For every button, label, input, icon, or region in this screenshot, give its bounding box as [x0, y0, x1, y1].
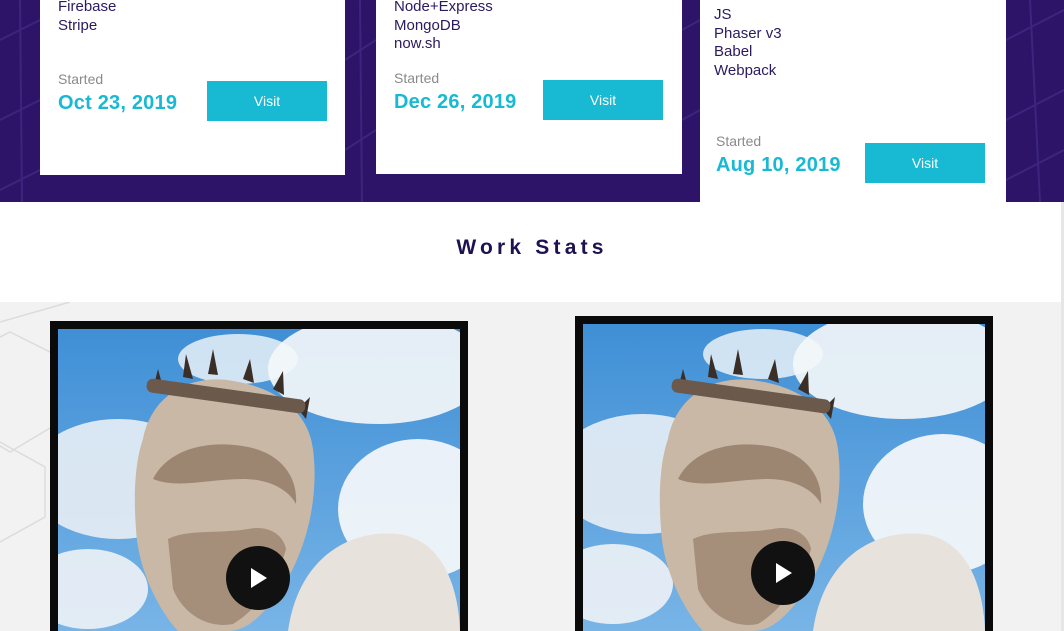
started-label: Started — [716, 133, 762, 149]
tech-item: Firebase — [58, 0, 117, 15]
visit-button[interactable]: Visit — [207, 81, 327, 121]
video-player-2[interactable] — [575, 316, 993, 631]
section-title: Work Stats — [456, 236, 608, 259]
tech-stack-list: Firebase Stripe — [58, 0, 116, 35]
tech-item: JS — [714, 6, 732, 23]
visit-button[interactable]: Visit — [543, 80, 663, 120]
tech-item: Node+Express — [394, 0, 493, 15]
started-date: Aug 10, 2019 — [716, 154, 841, 176]
visit-button[interactable]: Visit — [865, 143, 985, 183]
started-label: Started — [394, 70, 440, 86]
tech-item: Phaser v3 — [714, 24, 782, 42]
tech-item: now.sh — [394, 35, 441, 52]
play-icon — [251, 568, 267, 588]
play-button[interactable] — [226, 546, 290, 610]
tech-item: Babel — [714, 43, 753, 60]
project-card-2: Node+Express MongoDB now.sh Started Dec … — [376, 0, 682, 174]
project-card-1: Firebase Stripe Started Oct 23, 2019 Vis… — [40, 0, 345, 175]
project-card-3: JS Phaser v3 Babel Webpack Started Aug 1… — [700, 0, 1006, 202]
tech-stack-list: Node+Express MongoDB now.sh — [394, 0, 493, 54]
tech-item: Stripe — [58, 16, 98, 34]
started-label: Started — [58, 71, 104, 87]
tech-item: Webpack — [714, 61, 777, 79]
play-button[interactable] — [751, 541, 815, 605]
work-stats-band — [0, 302, 1064, 631]
play-icon — [776, 563, 792, 583]
tech-stack-list: JS Phaser v3 Babel Webpack — [714, 6, 782, 80]
video-player-1[interactable] — [50, 321, 468, 631]
started-date: Oct 23, 2019 — [58, 92, 178, 114]
tech-item: MongoDB — [394, 16, 461, 34]
started-date: Dec 26, 2019 — [394, 91, 517, 113]
